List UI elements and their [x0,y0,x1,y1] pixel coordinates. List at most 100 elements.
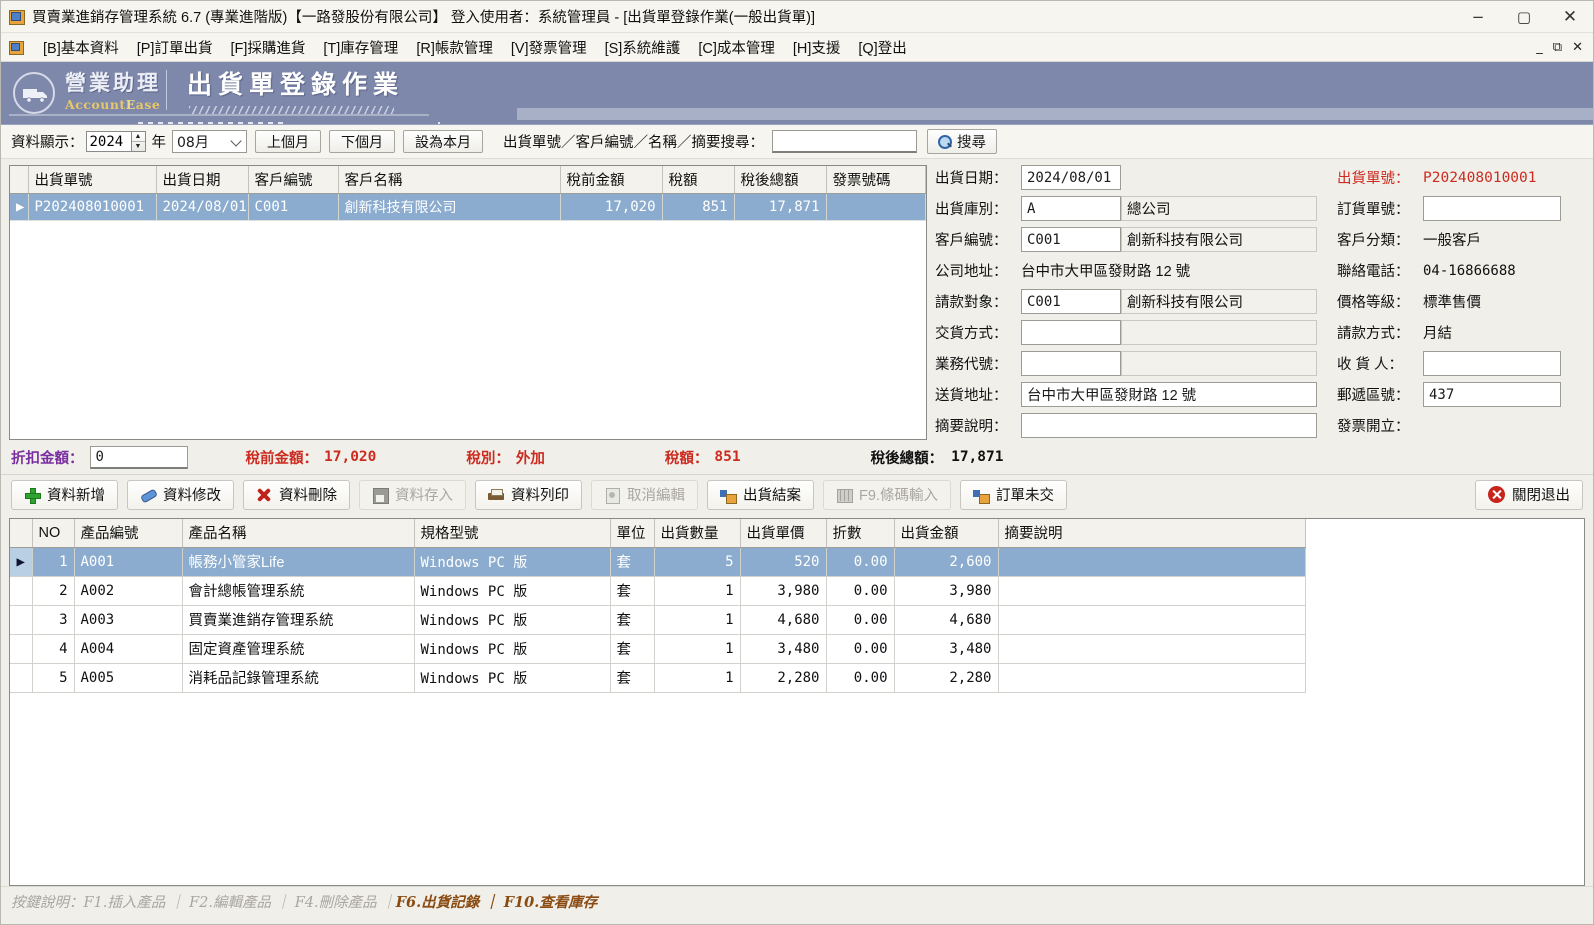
shipment-detail-grid[interactable]: NO 產品編號 產品名稱 規格型號 單位 出貨數量 出貨單價 折數 出貨金額 摘… [9,518,1585,886]
input-discount[interactable]: 0 [89,445,188,469]
table-row[interactable]: 3 A003 買賣業進銷存管理系統 Windows PC 版 套 1 4,680… [10,605,1306,635]
col-unit-price[interactable]: 出貨單價 [740,519,827,548]
input-receiver[interactable] [1423,351,1561,376]
prev-month-button[interactable]: 上個月 [255,130,321,153]
value-pretax: 17,020 [324,449,377,465]
search-button[interactable]: 搜尋 [927,129,997,154]
exit-button[interactable]: 關閉退出 [1475,479,1583,510]
print-record-button[interactable]: 資料列印 [475,479,582,510]
input-delivery-method[interactable] [1021,320,1121,345]
input-shipping-address[interactable]: 台中市大甲區發財路 12 號 [1021,382,1317,407]
table-row[interactable]: ▶ 1 A001 帳務小管家Life Windows PC 版 套 5 520 … [10,547,1306,577]
label-customer-category: 客戶分類： [1337,233,1410,249]
add-record-button[interactable]: 資料新增 [11,479,118,510]
menu-item-cost-mgmt[interactable]: [C]成本管理 [689,34,784,61]
label-zip-code: 郵遞區號： [1337,388,1410,404]
menu-item-logout[interactable]: [Q]登出 [849,34,915,61]
input-warehouse-code[interactable]: A [1021,196,1121,221]
col-no[interactable]: NO [32,519,75,548]
col-product-no[interactable]: 產品編號 [74,519,183,548]
brand-name-en: AccountEase [65,97,161,112]
menu-item-basic-data[interactable]: [B]基本資料 [34,34,128,61]
delete-x-icon [256,487,272,503]
year-spin-up-icon[interactable]: ▲ [131,132,145,142]
table-row[interactable]: 4 A004 固定資產管理系統 Windows PC 版 套 1 3,480 0… [10,634,1306,664]
mdi-close-button[interactable]: ✕ [1572,40,1583,55]
col-unit[interactable]: 單位 [610,519,655,548]
col-pretax-amount[interactable]: 稅前金額 [560,166,663,194]
menu-item-system-maint[interactable]: [S]系統維護 [596,34,690,61]
col-discount[interactable]: 折數 [826,519,895,548]
delete-record-button[interactable]: 資料刪除 [243,479,350,510]
col-spec-model[interactable]: 規格型號 [414,519,611,548]
input-order-no[interactable] [1423,196,1561,221]
col-tax[interactable]: 稅額 [662,166,735,194]
menu-item-order-shipment[interactable]: [P]訂單出貨 [128,34,222,61]
cell-spec-model: Windows PC 版 [414,547,611,577]
menu-item-inventory[interactable]: [T]庫存管理 [314,34,407,61]
maximize-button[interactable]: ▢ [1501,1,1547,33]
cell-invoice-no [826,193,926,221]
col-total[interactable]: 稅後總額 [734,166,827,194]
year-input[interactable] [85,131,131,152]
input-billing-code[interactable]: C001 [1021,289,1121,314]
cell-ship-qty: 1 [654,634,741,664]
cell-spec-model: Windows PC 版 [414,663,611,693]
label-tax-type: 稅別： [466,450,510,467]
next-month-button[interactable]: 下個月 [329,130,395,153]
detail-row-indicator-icon [10,634,33,664]
text-phone: 04-16866688 [1423,262,1516,279]
col-product-name[interactable]: 產品名稱 [182,519,415,548]
cancel-edit-button: 取消編輯 [591,479,698,510]
input-summary-note[interactable] [1021,413,1317,438]
col-ship-date[interactable]: 出貨日期 [156,166,249,194]
minimize-button[interactable]: − [1455,1,1501,33]
col-line-note[interactable]: 摘要說明 [998,519,1306,548]
col-customer-name[interactable]: 客戶名稱 [338,166,561,194]
menu-item-support[interactable]: [H]支援 [784,34,850,61]
close-button[interactable]: ✕ [1547,1,1593,33]
cell-spec-model: Windows PC 版 [414,576,611,606]
col-invoice-no[interactable]: 發票號碼 [826,166,926,194]
shipment-list-grid[interactable]: 出貨單號 出貨日期 客戶編號 客戶名稱 稅前金額 稅額 稅後總額 發票號碼 ▶ … [9,165,927,440]
search-input[interactable] [772,130,917,153]
mdi-restore-button[interactable]: ⧉ [1553,40,1562,55]
edit-record-button[interactable]: 資料修改 [127,479,234,510]
input-customer-no[interactable]: C001 [1021,227,1121,252]
cell-customer-name: 創新科技有限公司 [338,193,561,221]
pending-orders-button[interactable]: 訂單未交 [959,479,1067,510]
action-toolbar: 資料新增 資料修改 資料刪除 資料存入 資料列印 取消編輯 出貨結案 F9.條碼… [1,474,1593,514]
cell-ship-qty: 1 [654,576,741,606]
cell-line-amount: 2,280 [894,663,999,693]
menu-item-purchasing[interactable]: [F]採購進貨 [221,34,314,61]
table-row[interactable]: 5 A005 消耗品記錄管理系統 Windows PC 版 套 1 2,280 … [10,663,1306,693]
col-ship-qty[interactable]: 出貨數量 [654,519,741,548]
pending-orders-label: 訂單未交 [995,488,1054,504]
month-select[interactable]: 08月 [172,130,247,153]
input-ship-date[interactable]: 2024/08/01 [1021,165,1121,190]
menu-item-invoices[interactable]: [V]發票管理 [502,34,596,61]
field-customer-no: 客戶編號： C001 創新科技有限公司 [935,227,1327,252]
input-zip-code[interactable]: 437 [1423,382,1561,407]
label-ship-date: 出貨日期： [935,171,1008,187]
menu-item-accounts[interactable]: [R]帳款管理 [407,34,502,61]
table-row[interactable]: 2 A002 會計總帳管理系統 Windows PC 版 套 1 3,980 0… [10,576,1306,606]
field-shipping-address: 送貨地址： 台中市大甲區發財路 12 號 [935,382,1327,407]
close-shipment-button[interactable]: 出貨結案 [707,479,814,510]
label-company-address: 公司地址： [935,264,1008,280]
banner-underline [9,114,429,116]
col-shipment-no[interactable]: 出貨單號 [28,166,157,194]
year-spinner[interactable]: ▲ ▼ [130,131,146,152]
cell-unit: 套 [610,605,655,635]
mdi-minimize-button[interactable]: _ [1536,40,1543,55]
month-select-value: 08月 [177,134,209,151]
table-row[interactable]: ▶ P202408010001 2024/08/01 C001 創新科技有限公司… [10,193,926,221]
col-line-amount[interactable]: 出貨金額 [894,519,999,548]
set-this-month-button[interactable]: 設為本月 [403,130,483,153]
col-customer-no[interactable]: 客戶編號 [248,166,339,194]
field-invoice-issue: 發票開立： [1337,413,1585,438]
display-sales-rep-name [1121,351,1317,376]
year-stepper[interactable]: ▲ ▼ [85,131,146,152]
year-spin-down-icon[interactable]: ▼ [132,142,145,151]
input-sales-rep-code[interactable] [1021,351,1121,376]
